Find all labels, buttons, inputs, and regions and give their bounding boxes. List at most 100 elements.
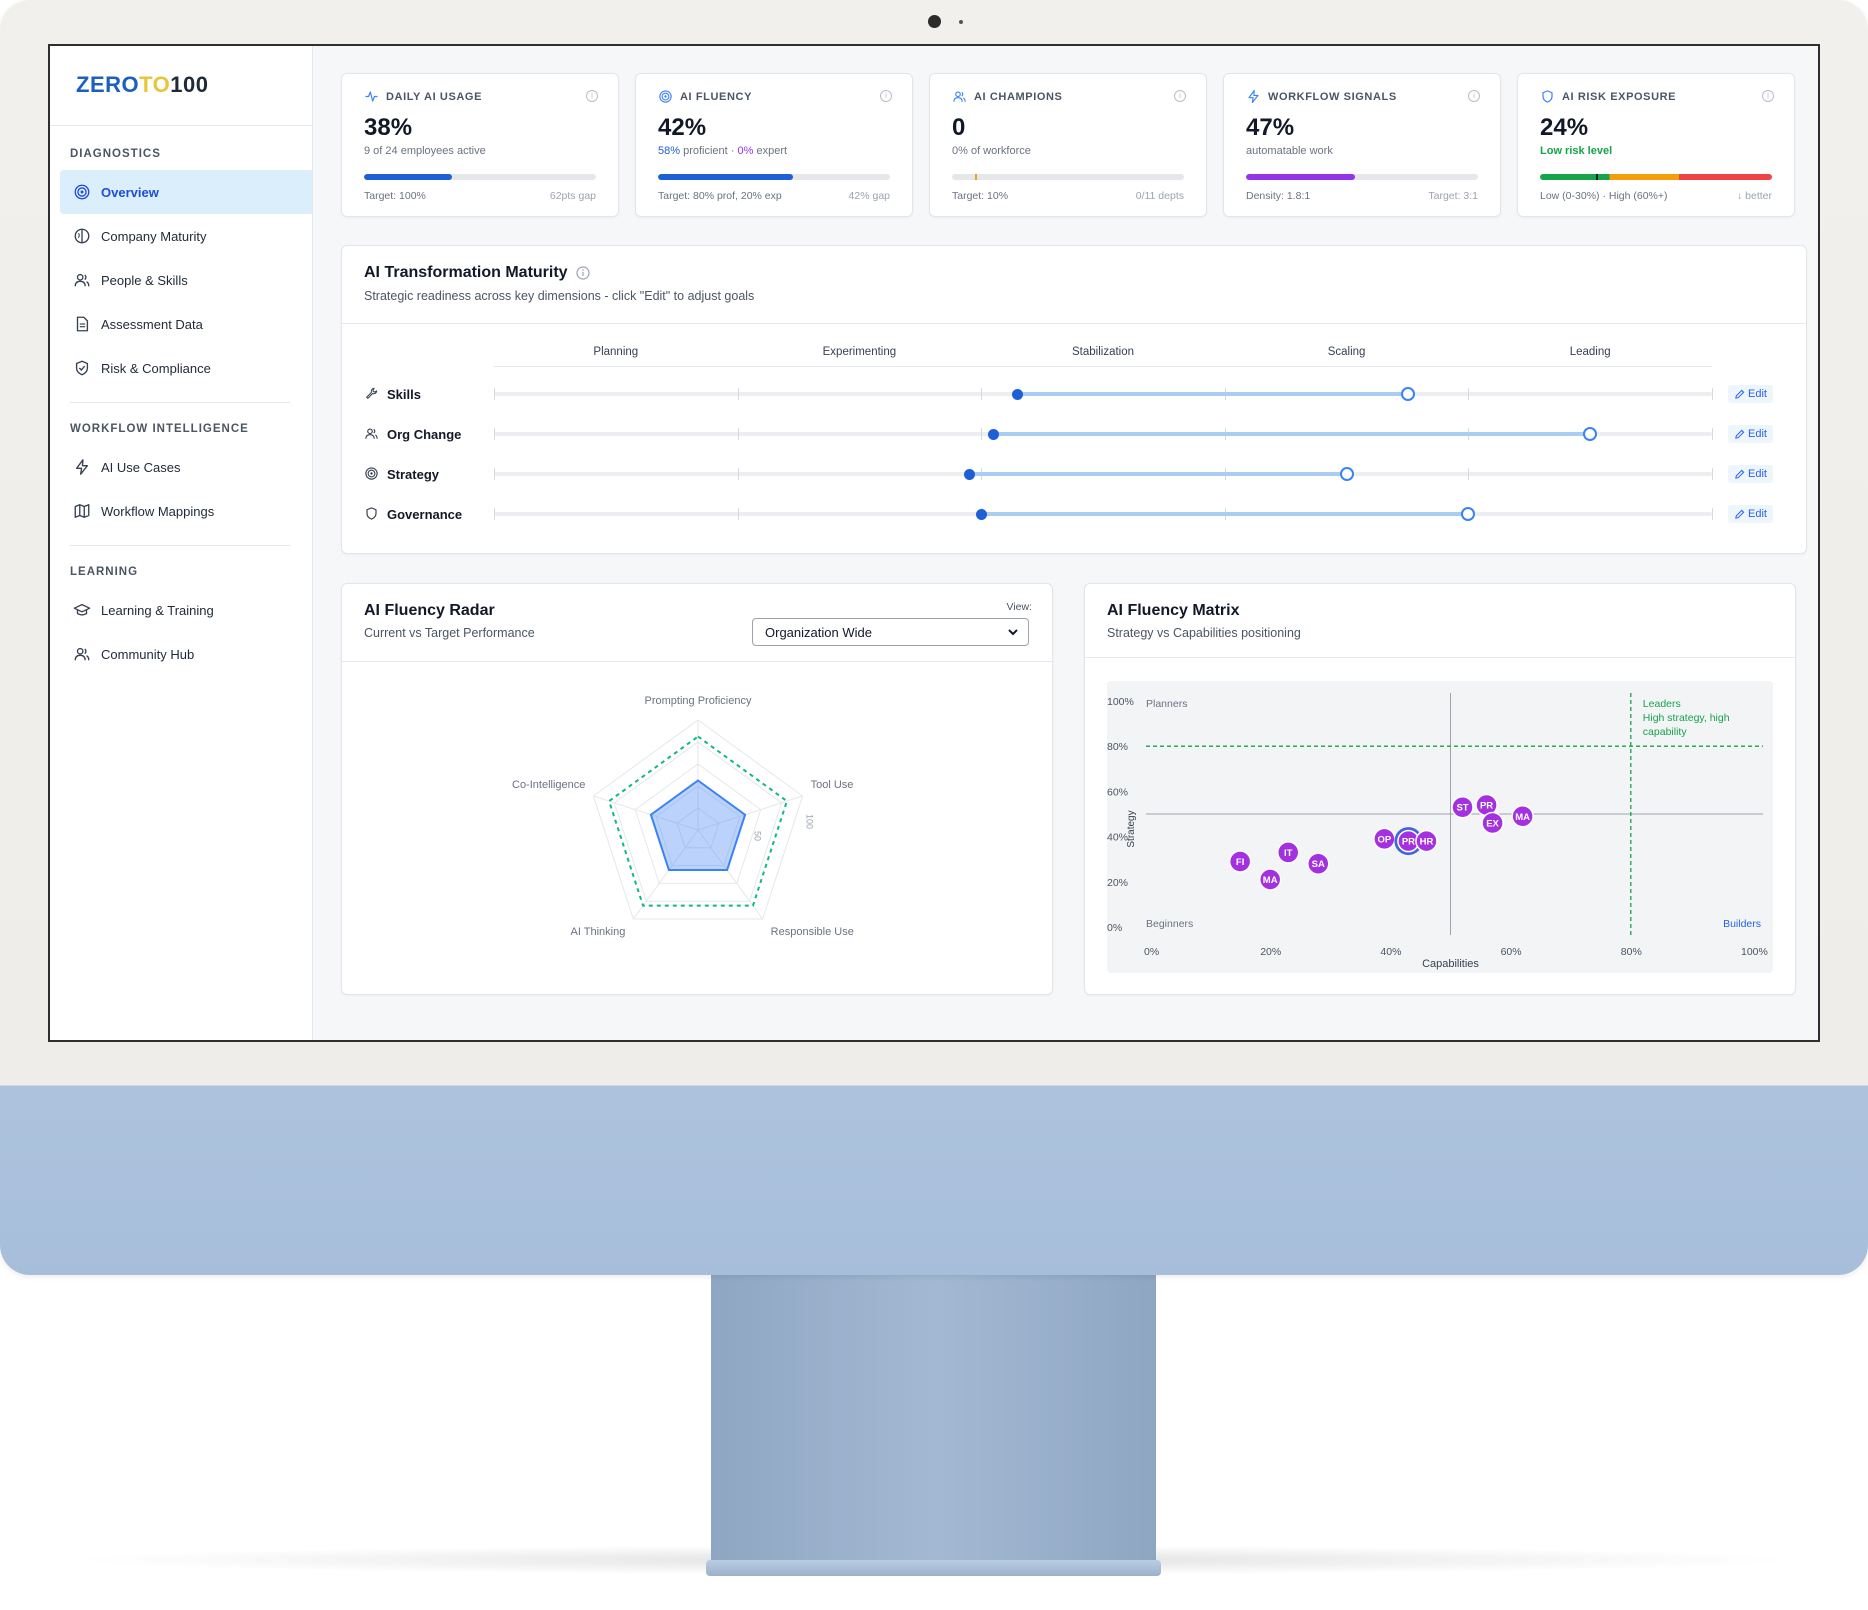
- matrix-point-label: MA: [1263, 875, 1278, 886]
- kpi-card-daily-ai-usage[interactable]: DAILY AI USAGE i 38% 9 of 24 employees acti…: [341, 73, 619, 217]
- kpi-value: 47%: [1246, 114, 1295, 141]
- sidebar-item-overview[interactable]: Overview: [60, 170, 312, 214]
- kpi-target: Target: 80% prof, 20% exp: [658, 190, 782, 202]
- track-tick: [737, 508, 739, 520]
- y-tick-label: 0%: [1107, 922, 1122, 934]
- kpi-progress-fill: [658, 174, 793, 180]
- nav-section: WORKFLOW INTELLIGENCE AI Use Cases Workflo…: [50, 403, 312, 533]
- current-level-marker[interactable]: [1012, 388, 1024, 400]
- sidebar-item-label: Learning & Training: [101, 602, 214, 618]
- kpi-card-ai-champions[interactable]: AI CHAMPIONS i 0 0% of workforce Target: 10%…: [929, 73, 1207, 217]
- info-icon[interactable]: i: [586, 90, 598, 102]
- expert-label: expert: [753, 145, 788, 157]
- y-tick-label: 40%: [1107, 832, 1128, 844]
- info-icon[interactable]: i: [1468, 90, 1480, 102]
- kpi-progress-bar: [364, 174, 596, 180]
- sidebar-item-label: Workflow Mappings: [101, 503, 215, 519]
- matrix-point-label: PR: [1480, 800, 1493, 811]
- view-label: View:: [1006, 601, 1033, 613]
- kpi-card-ai-fluency[interactable]: AI FLUENCY i 42% 58% proficient · 0% expert…: [635, 73, 913, 217]
- track-tick: [1468, 468, 1470, 480]
- current-level-marker[interactable]: [987, 428, 999, 440]
- kpi-gap: ↓ better: [1736, 190, 1772, 202]
- kpi-title: AI RISK EXPOSURE: [1562, 91, 1677, 103]
- radar-chart: 50 100 Prompting Proficiency Tool Use Respon…: [512, 695, 854, 938]
- y-tick-label: 20%: [1107, 877, 1128, 889]
- track-tick: [981, 428, 983, 440]
- matrix-chart: 0% 20% 40% 60% 80% 100% 0% 20% 40% 60% 80% 100% Capa…: [1107, 693, 1768, 970]
- matrix-point-label: ST: [1456, 803, 1468, 814]
- risk-marker: [1595, 174, 1598, 180]
- kpi-gap: 42% gap: [848, 190, 890, 202]
- x-axis-label: Capabilities: [1422, 958, 1479, 970]
- current-level-marker[interactable]: [975, 508, 987, 520]
- track-tick: [981, 388, 983, 400]
- divider: [342, 323, 1806, 324]
- y-tick-label: 60%: [1107, 786, 1128, 798]
- kpi-progress-fill: [364, 174, 453, 180]
- zap-icon: [1246, 89, 1262, 105]
- edit-button[interactable]: Edit: [1728, 385, 1773, 403]
- radar-subtitle: Current vs Target Performance: [364, 626, 535, 640]
- target-level-handle[interactable]: [1461, 507, 1476, 521]
- sidebar-item-assessment-data[interactable]: Assessment Data: [60, 302, 312, 346]
- kpi-card-workflow-signals[interactable]: WORKFLOW SIGNALS i 47% automatable work Dens…: [1223, 73, 1501, 217]
- view-select-value: Organization Wide: [765, 624, 872, 640]
- matrix-point-label: HR: [1420, 837, 1434, 848]
- view-select[interactable]: Organization Wide: [752, 618, 1029, 646]
- logo-part-to: TO: [139, 72, 171, 97]
- kpi-value: 24%: [1540, 114, 1589, 141]
- kpi-title: AI CHAMPIONS: [974, 91, 1063, 103]
- radar-axis-label: Prompting Proficiency: [645, 695, 752, 707]
- target-level-handle[interactable]: [1400, 387, 1415, 401]
- nav-section: LEARNING Learning & Training Community Hub: [50, 546, 312, 676]
- logo[interactable]: ZEROTO100: [50, 46, 312, 126]
- pencil-icon: [1734, 429, 1745, 440]
- kpi-card-ai-risk-exposure[interactable]: AI RISK EXPOSURE i 24% Low risk level Low (0…: [1517, 73, 1795, 217]
- chevron-down-icon: [1006, 625, 1020, 639]
- logo-part-100: 100: [170, 72, 209, 97]
- camera-sensor: [959, 20, 963, 24]
- pencil-icon: [1734, 469, 1745, 480]
- sidebar-item-label: Company Maturity: [101, 228, 207, 244]
- info-icon[interactable]: i: [1174, 90, 1186, 102]
- maturity-gap-range: [969, 472, 1347, 476]
- info-icon[interactable]: i: [880, 90, 892, 102]
- edit-button[interactable]: Edit: [1728, 465, 1773, 483]
- kpi-footer: Target: 10% 0/11 depts: [952, 190, 1184, 202]
- target-icon: [364, 466, 380, 482]
- pencil-icon: [1734, 509, 1745, 520]
- stage-header-line: [494, 366, 1712, 367]
- edit-label: Edit: [1748, 508, 1767, 520]
- info-icon[interactable]: i: [1762, 90, 1774, 102]
- stage-label-planning: Planning: [593, 346, 639, 358]
- info-icon[interactable]: [575, 266, 590, 280]
- edit-button[interactable]: Edit: [1728, 505, 1773, 523]
- users-icon: [952, 89, 968, 105]
- kpi-header: AI FLUENCY: [658, 88, 890, 106]
- x-tick-label: 60%: [1501, 946, 1522, 958]
- radar-tick-label: 100: [805, 814, 815, 829]
- divider: [342, 661, 1052, 662]
- matrix-point-label: MA: [1515, 812, 1530, 823]
- track-tick: [1712, 468, 1713, 480]
- sidebar-item-community-hub[interactable]: Community Hub: [60, 632, 312, 676]
- maturity-gap-range: [981, 512, 1469, 516]
- y-tick-label: 100%: [1107, 696, 1134, 708]
- target-level-handle[interactable]: [1583, 427, 1598, 441]
- sidebar-item-learning-training[interactable]: Learning & Training: [60, 588, 312, 632]
- target-level-handle[interactable]: [1339, 467, 1354, 481]
- kpi-gap: Target: 3:1: [1428, 190, 1478, 202]
- kpi-header: DAILY AI USAGE: [364, 88, 596, 106]
- shield-icon: [1540, 89, 1556, 105]
- sidebar-item-company-maturity[interactable]: Company Maturity: [60, 214, 312, 258]
- sidebar-item-risk-compliance[interactable]: Risk & Compliance: [60, 346, 312, 390]
- kpi-subtext: 9 of 24 employees active: [364, 145, 486, 157]
- proficient-percent: 58%: [658, 145, 681, 157]
- sidebar-item-ai-use-cases[interactable]: AI Use Cases: [60, 445, 312, 489]
- current-level-marker[interactable]: [963, 468, 975, 480]
- sidebar-item-workflow-mappings[interactable]: Workflow Mappings: [60, 489, 312, 533]
- edit-button[interactable]: Edit: [1728, 425, 1773, 443]
- kpi-footer: Low (0-30%) · High (60%+) ↓ better: [1540, 190, 1772, 202]
- sidebar-item-people-skills[interactable]: People & Skills: [60, 258, 312, 302]
